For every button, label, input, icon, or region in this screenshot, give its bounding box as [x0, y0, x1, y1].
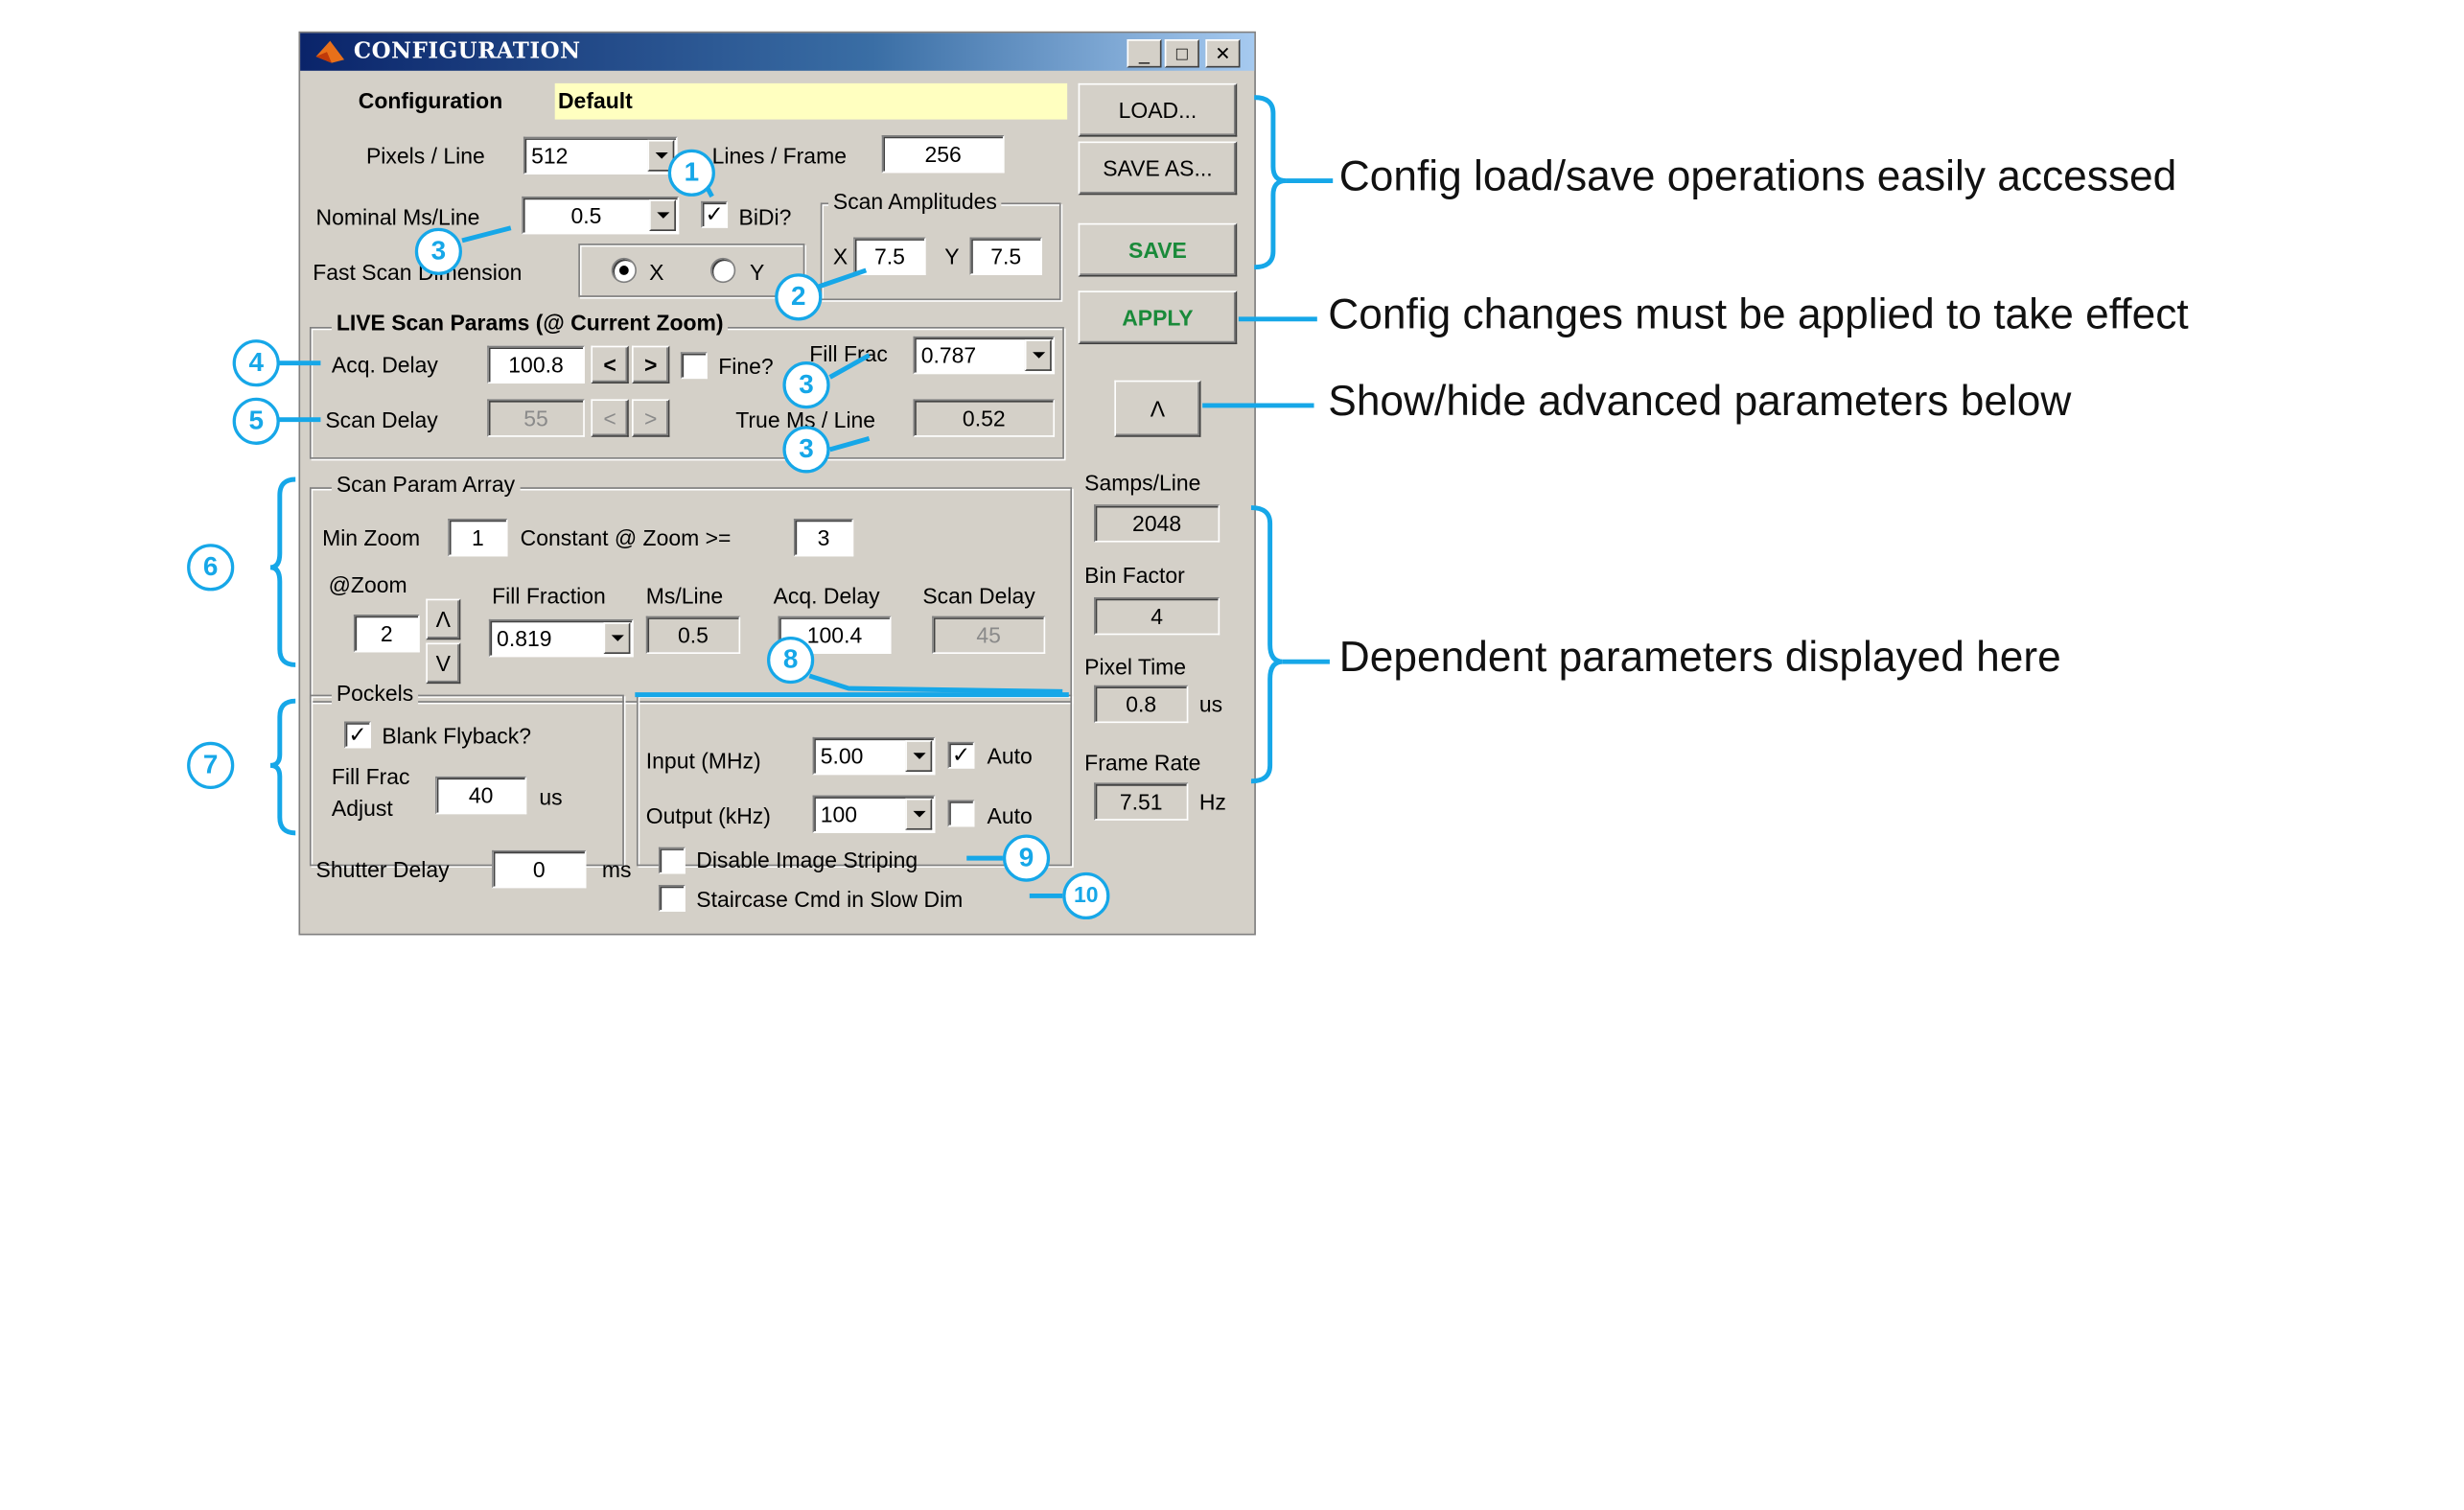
annotation-dependent: Dependent parameters displayed here: [1338, 633, 2061, 681]
callout-2: 2: [775, 273, 823, 321]
callout-5: 5: [232, 397, 280, 445]
callout-4: 4: [232, 339, 280, 387]
bracket-dependent: [1250, 505, 1283, 784]
line-3b: [828, 353, 871, 380]
callout-7: 7: [187, 741, 235, 789]
callout-1: 1: [667, 149, 715, 197]
bracket-pockels: [269, 698, 296, 836]
bracket-load-save: [1254, 95, 1287, 270]
line-8: [808, 673, 1063, 694]
callout-3b: 3: [782, 361, 830, 409]
annotation-advanced: Show/hide advanced parameters below: [1328, 377, 2072, 425]
line-3c: [828, 436, 871, 453]
callout-8: 8: [767, 636, 815, 685]
annotation-config-ops: Config load/save operations easily acces…: [1338, 152, 2177, 200]
callout-3c: 3: [782, 426, 830, 474]
callout-10: 10: [1062, 871, 1110, 920]
line-3a: [461, 225, 512, 244]
callout-9: 9: [1002, 834, 1051, 882]
callout-3a: 3: [414, 227, 462, 275]
callout-overlay: [269, 95, 1334, 898]
line-2: [815, 267, 868, 290]
annotation-apply: Config changes must be applied to take e…: [1328, 290, 2189, 338]
bracket-array: [269, 476, 296, 667]
callout-6: 6: [187, 544, 235, 592]
